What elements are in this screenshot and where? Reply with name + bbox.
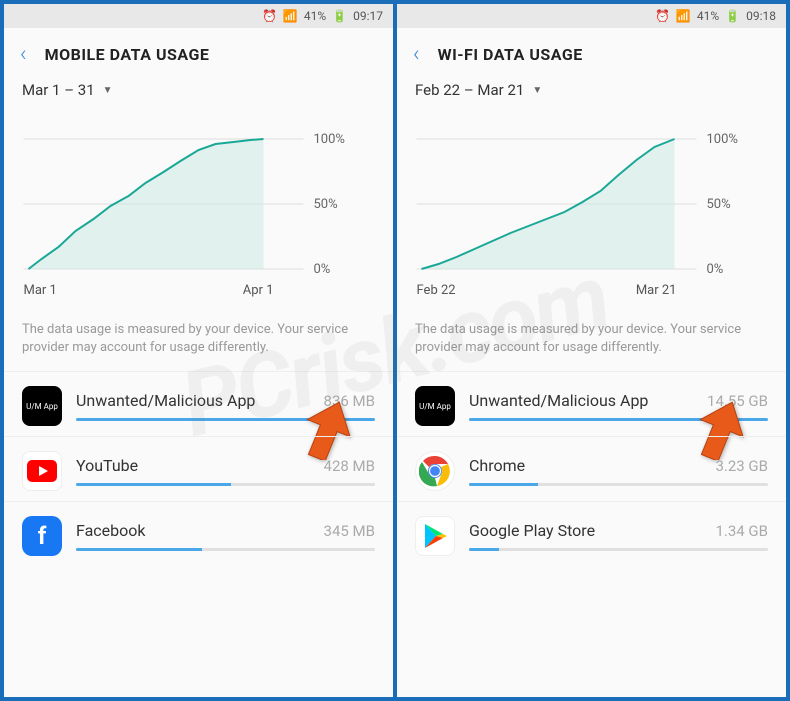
app-list: U/M App Unwanted/Malicious App 836 MB Yo… — [4, 371, 393, 566]
x-start: Feb 22 — [417, 283, 456, 298]
app-row[interactable]: Chrome 3.23 GB — [397, 436, 786, 501]
clock-text: 09:18 — [746, 9, 776, 23]
usage-chart: 100% 50% 0% Feb 22 Mar 21 — [397, 109, 786, 309]
app-name: Google Play Store — [469, 521, 595, 540]
app-name: YouTube — [76, 456, 138, 475]
app-list: U/M App Unwanted/Malicious App 14.55 GB — [397, 371, 786, 566]
app-size: 836 MB — [324, 392, 375, 410]
phone-right: ⏰ 📶 41% 🔋 09:18 ‹ WI-FI DATA USAGE Feb 2… — [397, 4, 786, 697]
app-size: 3.23 GB — [715, 457, 768, 475]
status-bar: ⏰ 📶 41% 🔋 09:18 — [397, 4, 786, 28]
back-icon[interactable]: ‹ — [20, 42, 27, 67]
page-title: MOBILE DATA USAGE — [45, 45, 210, 64]
youtube-icon — [22, 451, 62, 491]
chevron-down-icon: ▼ — [103, 85, 113, 96]
battery-icon: 🔋 — [332, 9, 347, 23]
usage-note: The data usage is measured by your devic… — [397, 309, 786, 371]
clock-text: 09:17 — [353, 9, 383, 23]
battery-icon: 🔋 — [725, 9, 740, 23]
y-tick: 0% — [314, 262, 331, 277]
app-row[interactable]: U/M App Unwanted/Malicious App 836 MB — [4, 371, 393, 436]
x-end: Mar 21 — [636, 283, 677, 298]
signal-icon: 📶 — [283, 9, 298, 23]
umapp-icon: U/M App — [22, 386, 62, 426]
chevron-down-icon: ▼ — [532, 85, 542, 96]
signal-icon: 📶 — [676, 9, 691, 23]
app-size: 14.55 GB — [707, 392, 768, 410]
app-size: 428 MB — [324, 457, 375, 475]
usage-chart: 100% 50% 0% Mar 1 Apr 1 — [4, 109, 393, 309]
usage-note: The data usage is measured by your devic… — [4, 309, 393, 371]
app-name: Unwanted/Malicious App — [76, 391, 255, 410]
header: ‹ WI-FI DATA USAGE — [397, 28, 786, 77]
app-size: 345 MB — [324, 522, 375, 540]
status-bar: ⏰ 📶 41% 🔋 09:17 — [4, 4, 393, 28]
date-range-label: Feb 22 – Mar 21 — [415, 81, 524, 99]
app-name: Chrome — [469, 456, 525, 475]
alarm-icon: ⏰ — [262, 9, 277, 23]
y-tick: 100% — [314, 132, 345, 147]
y-tick: 0% — [707, 262, 724, 277]
facebook-icon: f — [22, 516, 62, 556]
x-end: Apr 1 — [243, 283, 274, 298]
date-range-selector[interactable]: Feb 22 – Mar 21 ▼ — [397, 77, 786, 109]
header: ‹ MOBILE DATA USAGE — [4, 28, 393, 77]
page-title: WI-FI DATA USAGE — [438, 45, 583, 64]
date-range-label: Mar 1 – 31 — [22, 81, 95, 99]
battery-text: 41% — [304, 9, 326, 23]
app-name: Facebook — [76, 521, 145, 540]
phone-left: ⏰ 📶 41% 🔋 09:17 ‹ MOBILE DATA USAGE Mar … — [4, 4, 393, 697]
chrome-icon — [415, 451, 455, 491]
app-row[interactable]: YouTube 428 MB — [4, 436, 393, 501]
app-row[interactable]: Google Play Store 1.34 GB — [397, 501, 786, 566]
app-size: 1.34 GB — [715, 522, 768, 540]
umapp-icon: U/M App — [415, 386, 455, 426]
y-tick: 50% — [707, 197, 731, 212]
app-row[interactable]: U/M App Unwanted/Malicious App 14.55 GB — [397, 371, 786, 436]
back-icon[interactable]: ‹ — [413, 42, 420, 67]
x-start: Mar 1 — [24, 283, 57, 298]
app-name: Unwanted/Malicious App — [469, 391, 648, 410]
play-store-icon — [415, 516, 455, 556]
battery-text: 41% — [697, 9, 719, 23]
date-range-selector[interactable]: Mar 1 – 31 ▼ — [4, 77, 393, 109]
app-row[interactable]: f Facebook 345 MB — [4, 501, 393, 566]
y-tick: 100% — [707, 132, 738, 147]
y-tick: 50% — [314, 197, 338, 212]
alarm-icon: ⏰ — [655, 9, 670, 23]
